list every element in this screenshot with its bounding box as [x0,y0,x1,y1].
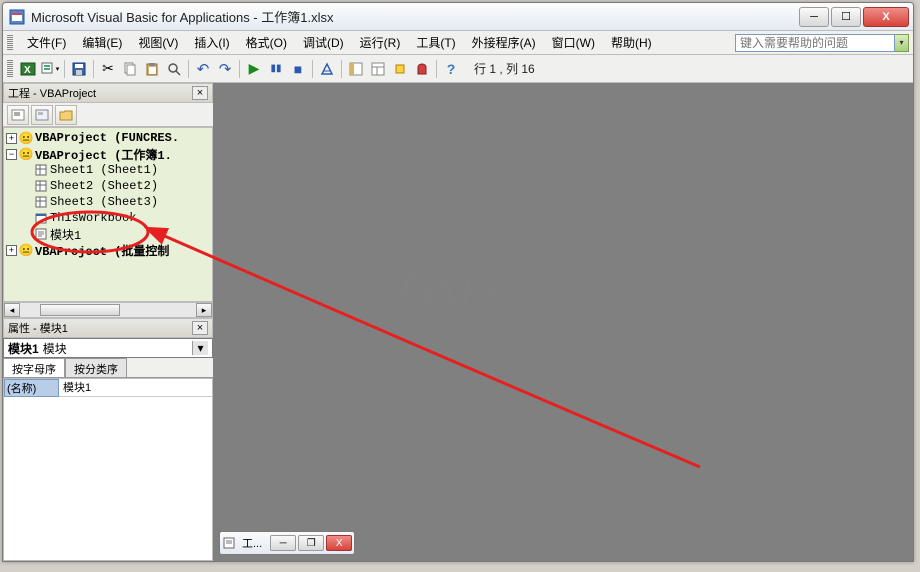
tab-alphabetic[interactable]: 按字母序 [3,358,65,377]
project-tree-hscrollbar[interactable]: ◂ ▸ [3,302,213,318]
run-button[interactable]: ▶ [243,58,265,80]
cursor-position-label: 行 1 , 列 16 [474,60,535,77]
tree-node-sheet1[interactable]: Sheet1 (Sheet1) [4,162,212,178]
properties-tabs: 按字母序 按分类序 [3,358,213,378]
tree-node-project-workbook1[interactable]: −😐VBAProject (工作簿1. [4,146,212,162]
mdi-close-button[interactable]: X [326,535,352,551]
property-row-name[interactable]: (名称) 模块1 [4,379,212,397]
mdi-child-window[interactable]: 工... ─ ❐ X [219,531,355,555]
toggle-folders-button[interactable] [55,105,77,125]
mdi-client-area[interactable]: 工... ─ ❐ X [213,83,913,561]
tree-node-sheet2[interactable]: Sheet2 (Sheet2) [4,178,212,194]
menu-insert[interactable]: 插入(I) [186,32,237,53]
project-panel-titlebar: 工程 - VBAProject × [3,83,213,103]
view-object-button[interactable] [31,105,53,125]
project-tree[interactable]: +😐VBAProject (FUNCRES. −😐VBAProject (工作簿… [3,127,213,302]
menu-view[interactable]: 视图(V) [130,32,186,53]
view-code-button[interactable] [7,105,29,125]
tree-node-project-batch[interactable]: +😐VBAProject (批量控制 [4,242,212,258]
chevron-down-icon: ▾ [192,341,208,355]
menubar: 文件(F) 编辑(E) 视图(V) 插入(I) 格式(O) 调试(D) 运行(R… [3,31,913,55]
project-panel-title: 工程 - VBAProject [8,85,96,101]
tree-node-module1[interactable]: 模块1 [4,226,212,242]
menu-window[interactable]: 窗口(W) [544,32,603,53]
tab-categorized[interactable]: 按分类序 [65,358,127,377]
object-browser-button[interactable] [389,58,411,80]
module-icon [222,537,236,549]
design-mode-button[interactable] [316,58,338,80]
scroll-thumb[interactable] [40,304,120,316]
properties-panel: 属性 - 模块1 × 模块1 模块 ▾ 按字母序 按分类序 (名称) 模块1 [3,318,213,561]
properties-object-dropdown[interactable]: 模块1 模块 ▾ [3,338,213,358]
menu-addins[interactable]: 外接程序(A) [464,32,544,53]
titlebar: Microsoft Visual Basic for Applications … [3,3,913,31]
copy-button[interactable] [119,58,141,80]
help-dropdown-button[interactable]: ▾ [895,34,909,52]
property-value[interactable]: 模块1 [59,379,212,397]
menu-debug[interactable]: 调试(D) [295,32,352,53]
menu-file[interactable]: 文件(F) [19,32,74,53]
properties-panel-titlebar: 属性 - 模块1 × [3,318,213,338]
help-button[interactable]: ? [440,58,462,80]
reset-button[interactable]: ■ [287,58,309,80]
break-button[interactable]: ▮▮ [265,58,287,80]
maximize-button[interactable]: ☐ [831,7,861,27]
find-button[interactable] [163,58,185,80]
minimize-button[interactable]: ─ [799,7,829,27]
tree-node-thisworkbook[interactable]: ThisWorkbook [4,210,212,226]
properties-panel-close-button[interactable]: × [192,321,208,335]
toolbar-grip[interactable] [7,60,13,78]
menu-help[interactable]: 帮助(H) [603,32,660,53]
scroll-right-button[interactable]: ▸ [196,303,212,317]
insert-dropdown-button[interactable]: ▾ [39,58,61,80]
menu-tools[interactable]: 工具(T) [408,32,463,53]
toolbar: X ▾ ✂ ↶ ↷ ▶ ▮▮ ■ ? 行 1 , 列 16 [3,55,913,83]
app-window: Microsoft Visual Basic for Applications … [2,2,914,562]
close-button[interactable]: X [863,7,909,27]
undo-button[interactable]: ↶ [192,58,214,80]
menu-format[interactable]: 格式(O) [238,32,295,53]
menu-run[interactable]: 运行(R) [352,32,409,53]
mdi-child-title: 工... [236,535,268,551]
help-search-input[interactable] [735,34,895,52]
tree-node-sheet3[interactable]: Sheet3 (Sheet3) [4,194,212,210]
toolbox-button[interactable] [411,58,433,80]
left-docking-area: 工程 - VBAProject × +😐VBAProject (FUNCRES.… [3,83,213,561]
mdi-restore-button[interactable]: ❐ [298,535,324,551]
project-panel-close-button[interactable]: × [192,86,208,100]
properties-grid[interactable]: (名称) 模块1 [3,378,213,561]
property-key: (名称) [4,379,59,397]
properties-window-button[interactable] [367,58,389,80]
save-button[interactable] [68,58,90,80]
menubar-grip[interactable] [7,35,13,51]
redo-button[interactable]: ↷ [214,58,236,80]
project-panel-toolbar [3,103,213,127]
svg-text:X: X [24,65,31,76]
app-icon [9,9,25,25]
window-title: Microsoft Visual Basic for Applications … [31,7,799,26]
scroll-left-button[interactable]: ◂ [4,303,20,317]
paste-button[interactable] [141,58,163,80]
mdi-minimize-button[interactable]: ─ [270,535,296,551]
tree-node-project-funcres[interactable]: +😐VBAProject (FUNCRES. [4,130,212,146]
view-excel-button[interactable]: X [17,58,39,80]
main-body: 工程 - VBAProject × +😐VBAProject (FUNCRES.… [3,83,913,561]
project-explorer-button[interactable] [345,58,367,80]
menu-edit[interactable]: 编辑(E) [74,32,130,53]
cut-button[interactable]: ✂ [97,58,119,80]
properties-panel-title: 属性 - 模块1 [8,320,68,336]
